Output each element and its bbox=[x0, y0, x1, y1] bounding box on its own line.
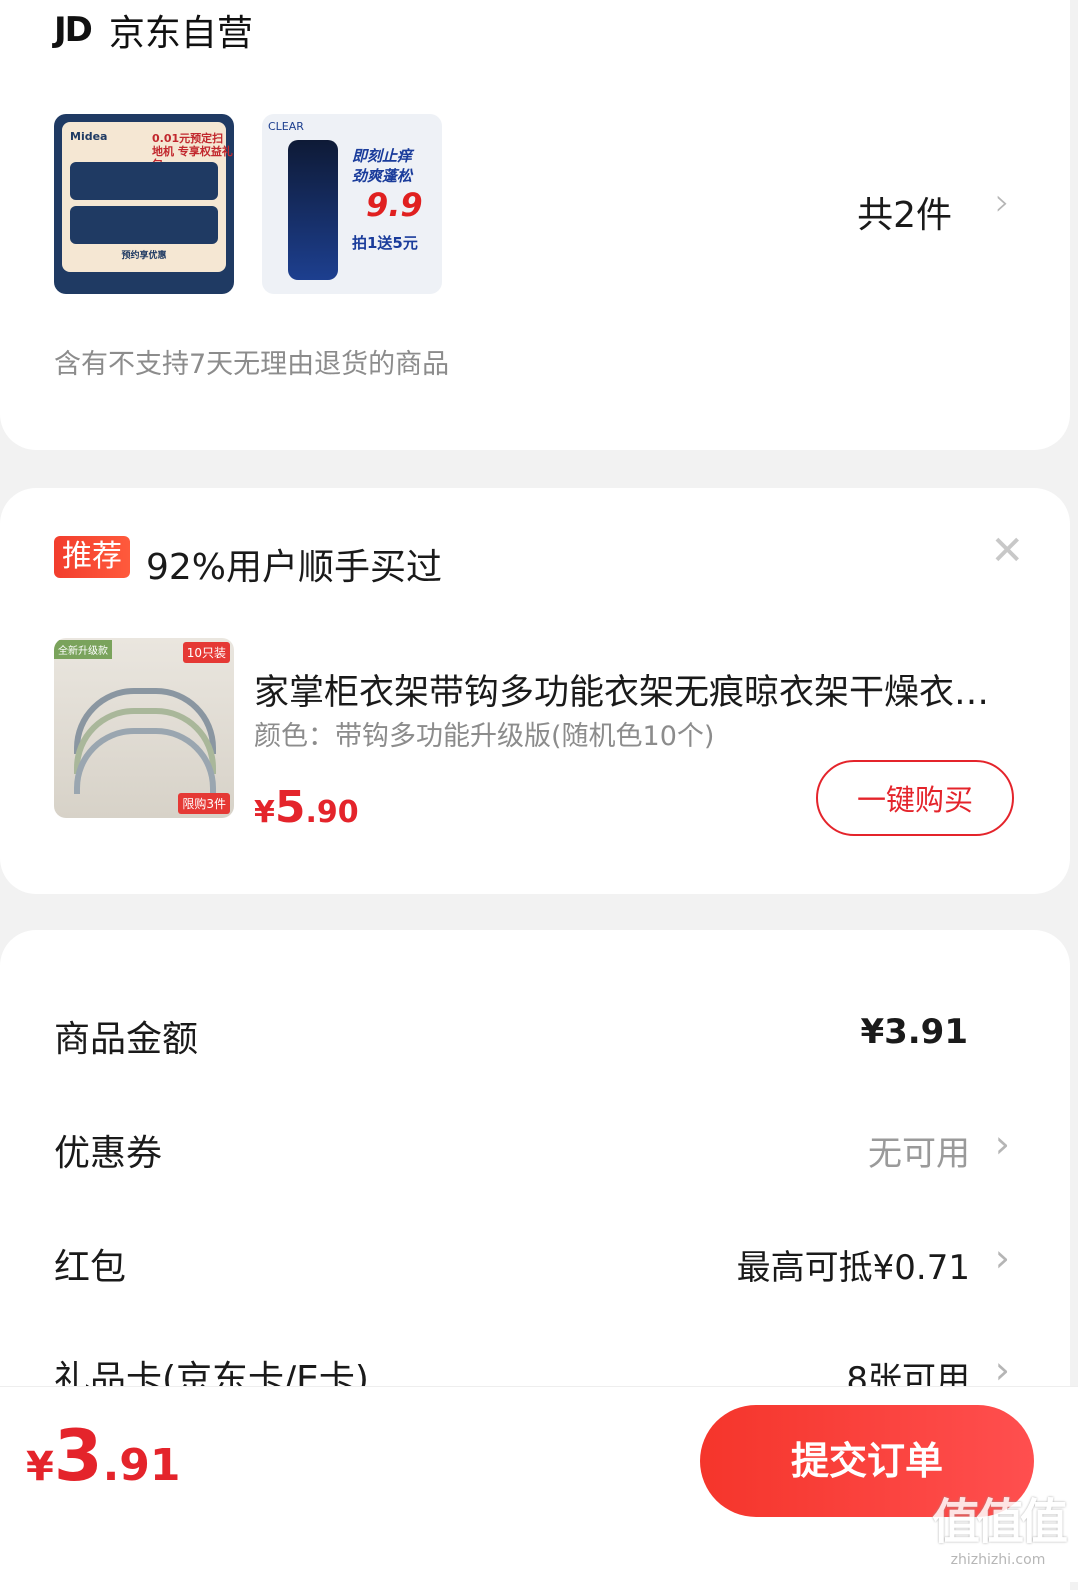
order-total: ¥3.91 bbox=[26, 1415, 181, 1497]
shop-card: JD 京东自营 Midea 0.01元预定扫地机 专享权益礼包 预约享优惠 CL… bbox=[0, 0, 1070, 450]
shop-name: 京东自营 bbox=[108, 13, 253, 54]
total-decimal: .91 bbox=[102, 1440, 181, 1491]
product-thumbnail-midea[interactable]: Midea 0.01元预定扫地机 专享权益礼包 预约享优惠 bbox=[54, 114, 234, 294]
image-badge-pack: 10只装 bbox=[182, 642, 230, 663]
product-image[interactable]: 全新升级款 10只装 限购3件 bbox=[54, 638, 234, 818]
coupon-row[interactable]: 优惠券 无可用 › bbox=[54, 1122, 1010, 1184]
red-packet-label: 红包 bbox=[54, 1247, 127, 1288]
checkout-bar: ¥3.91 提交订单 值值值 zhizhizhi.com bbox=[0, 1386, 1078, 1582]
item-count[interactable]: 共2件 bbox=[857, 186, 952, 238]
watermark-logo: 值值值 bbox=[931, 1494, 1068, 1550]
chevron-right-icon[interactable]: › bbox=[995, 180, 1010, 224]
return-policy-notice: 含有不支持7天无理由退货的商品 bbox=[54, 349, 450, 380]
watermark-url: zhizhizhi.com bbox=[950, 1552, 1046, 1568]
image-badge-upgrade: 全新升级款 bbox=[54, 640, 112, 659]
recommend-title: 92%用户顺手买过 bbox=[146, 547, 443, 588]
chevron-right-icon[interactable]: › bbox=[995, 1122, 1010, 1166]
thumbnail-button-label: 预约享优惠 bbox=[121, 251, 167, 261]
product-spec: 颜色：带钩多功能升级版(随机色10个) bbox=[254, 721, 715, 752]
price-decimal: .90 bbox=[305, 795, 359, 830]
coupon-label: 优惠券 bbox=[54, 1133, 163, 1174]
watermark: 值值值 zhizhizhi.com bbox=[931, 1482, 1068, 1568]
thumbnail-brand: CLEAR bbox=[268, 120, 304, 133]
total-integer: 3 bbox=[53, 1415, 103, 1497]
product-name[interactable]: 家掌柜衣架带钩多功能衣架无痕晾衣架干燥衣服架子 bbox=[254, 664, 994, 715]
coupon-value: 无可用 bbox=[868, 1134, 970, 1174]
shop-header: JD 京东自营 bbox=[54, 4, 253, 56]
red-packet-row[interactable]: 红包 最高可抵¥0.71 › bbox=[54, 1236, 1010, 1298]
recommend-tag: 推荐 bbox=[54, 536, 130, 578]
recommend-card: 推荐 92%用户顺手买过 ✕ 全新升级款 10只装 限购3件 家掌柜衣架带钩多功… bbox=[0, 488, 1070, 894]
thumbnail-slogan: 即刻止痒 劲爽蓬松 bbox=[352, 147, 413, 185]
image-badge-limit: 限购3件 bbox=[178, 793, 230, 814]
product-price: ¥5.90 bbox=[254, 782, 359, 833]
thumbnail-button: 预约享优惠 bbox=[110, 248, 178, 264]
goods-amount-label: 商品金额 bbox=[54, 1019, 199, 1060]
thumbnail-banner: Midea 0.01元预定扫地机 专享权益礼包 预约享优惠 bbox=[62, 122, 233, 272]
thumbnail-row bbox=[70, 206, 218, 244]
chevron-right-icon[interactable]: › bbox=[995, 1236, 1010, 1280]
thumbnail-price: 9.9 bbox=[366, 186, 423, 224]
jd-logo: JD bbox=[54, 10, 93, 50]
red-packet-value: 最高可抵¥0.71 bbox=[736, 1248, 970, 1288]
thumbnail-offer: 拍1送5元 bbox=[352, 234, 418, 252]
product-thumbnail-clear[interactable]: CLEAR 即刻止痒 劲爽蓬松 9.9 拍1送5元 bbox=[262, 114, 442, 294]
price-currency: ¥ bbox=[254, 795, 275, 830]
goods-amount-value: ¥3.91 bbox=[860, 1012, 968, 1052]
close-icon[interactable]: ✕ bbox=[990, 528, 1024, 574]
one-click-buy-button[interactable]: 一键购买 bbox=[816, 760, 1014, 836]
thumbnail-brand: Midea bbox=[70, 130, 108, 143]
goods-amount-row: 商品金额 ¥3.91 bbox=[54, 1010, 1010, 1070]
shampoo-bottle-icon bbox=[288, 140, 338, 280]
total-currency: ¥ bbox=[26, 1444, 54, 1490]
thumbnail-row bbox=[70, 162, 218, 200]
price-integer: 5 bbox=[274, 782, 306, 833]
